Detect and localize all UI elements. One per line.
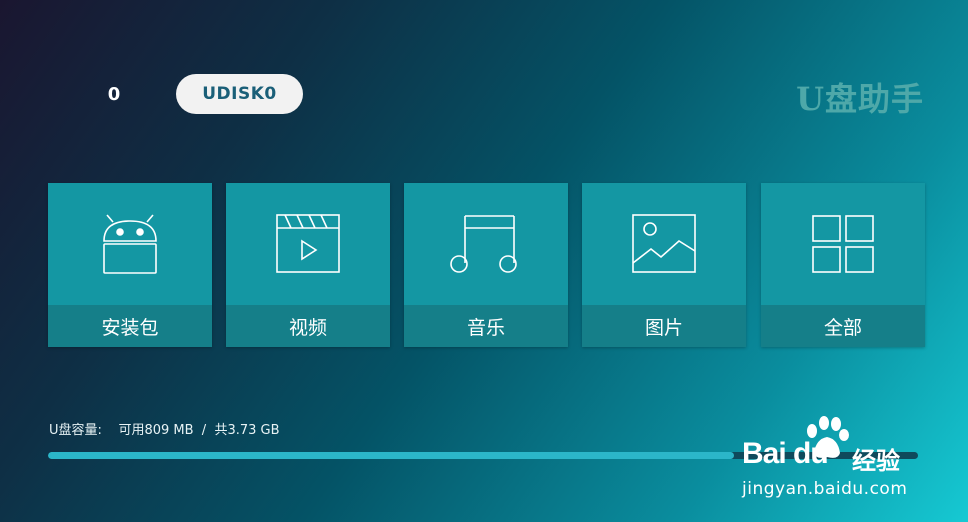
storage-separator: / (201, 423, 207, 438)
disk-index: 0 (107, 84, 121, 105)
disk-select-button[interactable]: UDISK0 (176, 74, 303, 114)
grid-icon (761, 183, 925, 305)
tile-label: 音乐 (404, 305, 568, 347)
tile-packages[interactable]: 安装包 (48, 183, 212, 347)
app-title: U盘助手 (796, 80, 924, 118)
baidu-paw-icon (807, 416, 849, 458)
tile-music[interactable]: 音乐 (404, 183, 568, 347)
storage-progress-fill (48, 452, 734, 459)
jingyan-text: 经验 (852, 447, 900, 475)
storage-available: 可用809 MB (118, 423, 194, 438)
storage-label: U盘容量: (49, 423, 102, 438)
tile-video[interactable]: 视频 (226, 183, 390, 347)
tile-label: 全部 (761, 305, 925, 347)
image-icon (582, 183, 746, 305)
tile-label: 视频 (226, 305, 390, 347)
video-clapper-icon (226, 183, 390, 305)
tile-label: 安装包 (48, 305, 212, 347)
baidu-jingyan-watermark: Bai du 经验 jingyan.baidu.com (742, 415, 922, 500)
watermark-url: jingyan.baidu.com (742, 479, 908, 499)
tile-all[interactable]: 全部 (761, 183, 925, 347)
tile-label: 图片 (582, 305, 746, 347)
storage-capacity: U盘容量: 可用809 MB / 共3.73 GB (49, 419, 280, 438)
tile-pictures[interactable]: 图片 (582, 183, 746, 347)
music-note-icon (404, 183, 568, 305)
android-icon (48, 183, 212, 305)
storage-total: 共3.73 GB (214, 423, 280, 438)
